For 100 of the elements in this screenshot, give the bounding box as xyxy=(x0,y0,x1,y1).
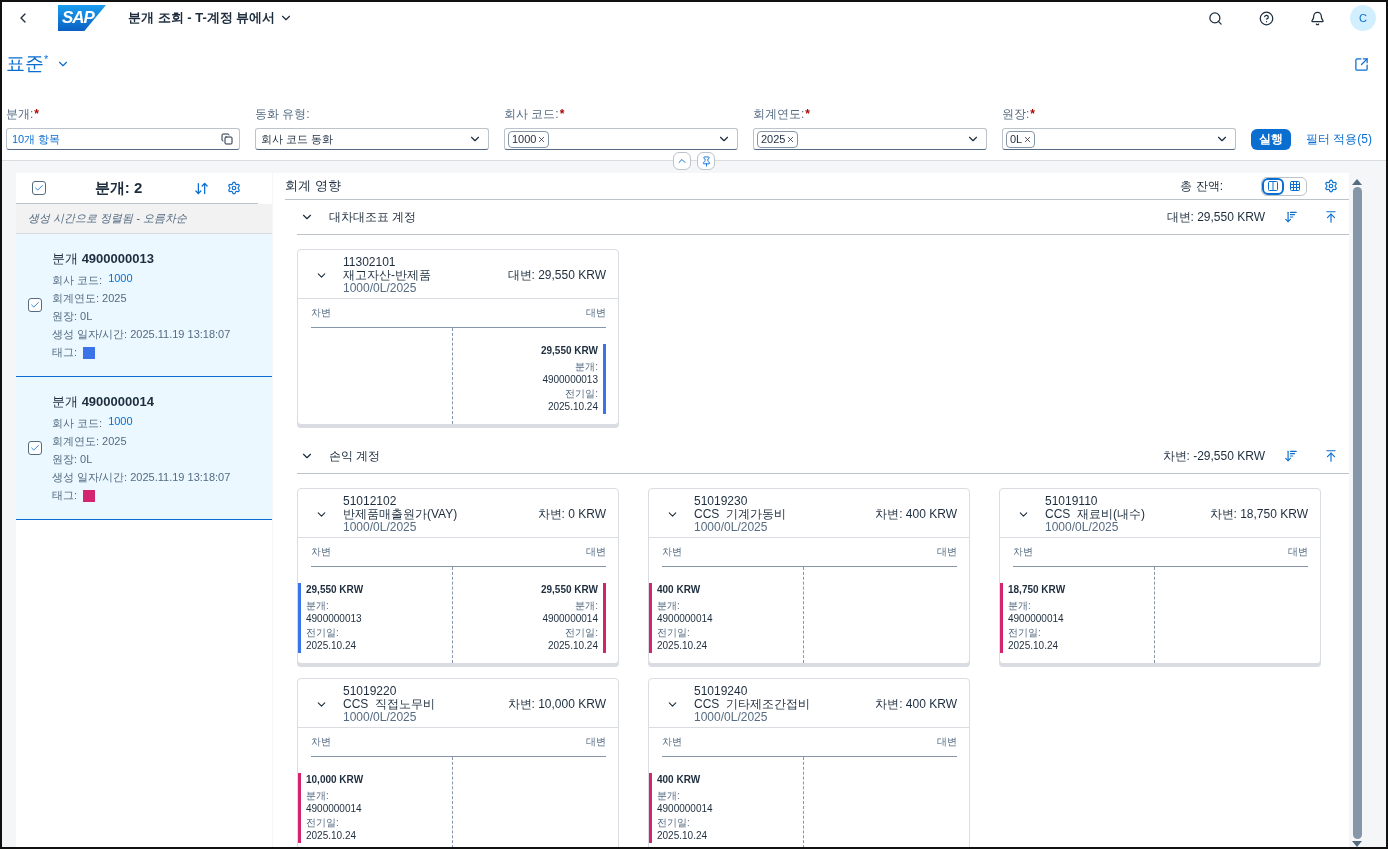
entry-amount: 18,750 KRW xyxy=(1008,583,1066,597)
journal-detail: 원장: 0L xyxy=(52,452,94,467)
entry-date-label: 전기일: xyxy=(565,625,598,639)
remove-icon[interactable] xyxy=(537,134,547,144)
entry-date-label: 전기일: xyxy=(1008,625,1041,639)
entry-date: 2025.10.24 xyxy=(547,639,598,653)
token-field[interactable]: 1000 xyxy=(504,128,738,150)
journal-title: 분개 4900000014 xyxy=(52,393,155,411)
debit-label: 차변 xyxy=(311,545,331,559)
entry-doc: 4900000014 xyxy=(657,612,713,626)
entry-amount: 400 KRW xyxy=(657,583,701,597)
entry-doc-label: 분개: xyxy=(657,788,680,802)
account-name: CCS 기타제조간접비 xyxy=(694,698,811,711)
account-path: 1000/0L/2025 xyxy=(343,282,418,295)
token-field[interactable]: 2025 xyxy=(753,128,987,150)
app-title[interactable]: 분개 조회 - T-계정 뷰에서 xyxy=(128,9,294,27)
scroll-down-icon[interactable] xyxy=(1352,841,1362,847)
token[interactable]: 2025 xyxy=(757,130,799,148)
account-balance: 차변: 400 KRW xyxy=(875,506,957,523)
account-path: 1000/0L/2025 xyxy=(694,711,769,724)
entry-doc-label: 분개: xyxy=(657,598,680,612)
entry-date: 2025.10.24 xyxy=(1008,639,1059,653)
entry-doc-label: 분개: xyxy=(1008,598,1031,612)
variant-selector[interactable]: 표준$^{*}$ xyxy=(6,51,71,77)
entry-doc: 4900000014 xyxy=(542,612,598,626)
adapt-filters-link[interactable]: 필터 적용(5) xyxy=(1306,129,1372,150)
filter-label: 분개:* xyxy=(6,106,40,123)
entry-doc-label: 분개: xyxy=(306,788,329,802)
panel-title: 회계 영향 xyxy=(285,177,342,195)
entry-date: 2025.10.24 xyxy=(306,639,357,653)
account-number: 51019240 xyxy=(694,685,749,698)
filter-field[interactable]: 10개 항목 xyxy=(6,128,240,150)
entry-doc: 4900000014 xyxy=(657,802,713,816)
account-path: 1000/0L/2025 xyxy=(343,711,418,724)
go-button[interactable]: 실행 xyxy=(1251,129,1291,150)
account-number: 51019230 xyxy=(694,495,749,508)
account-balance: 차변: 400 KRW xyxy=(875,696,957,713)
tag-label: 태그: xyxy=(52,345,78,360)
entry-amount: 29,550 KRW xyxy=(540,344,598,358)
grid-icon[interactable] xyxy=(1289,180,1301,192)
list-title: 분개: 2 xyxy=(93,178,144,198)
entry-amount: 29,550 KRW xyxy=(306,583,364,597)
account-number: 51019220 xyxy=(343,685,398,698)
section-title: 손익 계정 xyxy=(329,447,382,465)
account-name: CCS 기계가동비 xyxy=(694,508,787,521)
entry-doc: 4900000014 xyxy=(1008,612,1064,626)
debit-label: 차변 xyxy=(662,735,682,749)
entry-doc: 4900000013 xyxy=(306,612,362,626)
t-account-view-button[interactable] xyxy=(1262,177,1284,195)
entry-doc-label: 분개: xyxy=(575,598,598,612)
entry-date-label: 전기일: xyxy=(306,625,339,639)
company-label: 회사 코드: xyxy=(52,273,103,288)
entry-amount: 400 KRW xyxy=(657,773,701,787)
total-balance-label: 총 잔액: xyxy=(1180,177,1223,195)
filter-label: 동화 유형: xyxy=(255,106,311,123)
filter-label: 회계연도:* xyxy=(753,106,811,123)
account-path: 1000/0L/2025 xyxy=(1045,521,1119,534)
account-path: 1000/0L/2025 xyxy=(343,521,417,534)
section-title: 대차대조표 계정 xyxy=(329,208,418,226)
remove-icon[interactable] xyxy=(786,134,796,144)
journal-list-item[interactable]: 분개 4900000014 회사 코드: 1000 회계연도: 2025 원장: 0L 생성 일자/시간: 2025.11.19 13:18:07 태그: xyxy=(16,377,272,520)
account-balance: 차변: 18,750 KRW xyxy=(1209,506,1308,523)
account-name: CCS 직접노무비 xyxy=(343,698,436,711)
journal-detail: 회계연도: 2025 xyxy=(52,291,128,306)
journal-detail: 원장: 0L xyxy=(52,309,94,324)
section-balance: 대변: 29,550 KRW xyxy=(1166,208,1265,226)
token-field[interactable]: 0L xyxy=(1002,128,1236,150)
credit-label: 대변 xyxy=(586,545,606,559)
entry-date-label: 전기일: xyxy=(306,815,339,829)
account-balance: 차변: 10,000 KRW xyxy=(507,696,606,713)
entry-date: 2025.10.24 xyxy=(306,829,357,843)
account-name: 재고자산-반제품 xyxy=(343,269,432,282)
value-help-icon[interactable] xyxy=(221,133,233,145)
scrollbar-thumb[interactable] xyxy=(1352,187,1362,839)
columns-icon[interactable] xyxy=(1267,180,1279,192)
entry-date: 2025.10.24 xyxy=(657,829,708,843)
account-balance: 차변: 0 KRW xyxy=(537,506,606,523)
remove-icon[interactable] xyxy=(1023,134,1033,144)
credit-label: 대변 xyxy=(586,735,606,749)
journal-title: 분개 4900000013 xyxy=(52,250,155,268)
account-balance: 대변: 29,550 KRW xyxy=(507,267,606,284)
credit-label: 대변 xyxy=(937,545,957,559)
company-link[interactable]: 1000 xyxy=(108,414,133,427)
entry-date-label: 전기일: xyxy=(657,815,690,829)
token[interactable]: 0L xyxy=(1006,130,1036,148)
debit-label: 차변 xyxy=(662,545,682,559)
token[interactable]: 1000 xyxy=(508,130,550,148)
debit-label: 차변 xyxy=(311,735,331,749)
account-name: CCS 재료비(내수) xyxy=(1045,508,1146,521)
credit-label: 대변 xyxy=(1288,545,1308,559)
entry-doc-label: 분개: xyxy=(575,359,598,373)
avatar[interactable]: C xyxy=(1350,5,1376,31)
entry-date: 2025.10.24 xyxy=(657,639,708,653)
select-field[interactable]: 회사 코드 동화 xyxy=(255,128,489,150)
journal-list-item[interactable]: 분개 4900000013 회사 코드: 1000 회계연도: 2025 원장: 0L 생성 일자/시간: 2025.11.19 13:18:07 태그: xyxy=(16,234,272,377)
tag-label: 태그: xyxy=(52,488,78,503)
debit-label: 차변 xyxy=(311,306,331,320)
company-label: 회사 코드: xyxy=(52,416,103,431)
company-link[interactable]: 1000 xyxy=(108,271,133,284)
journal-detail: 생성 일자/시간: 2025.11.19 13:18:07 xyxy=(52,327,231,342)
